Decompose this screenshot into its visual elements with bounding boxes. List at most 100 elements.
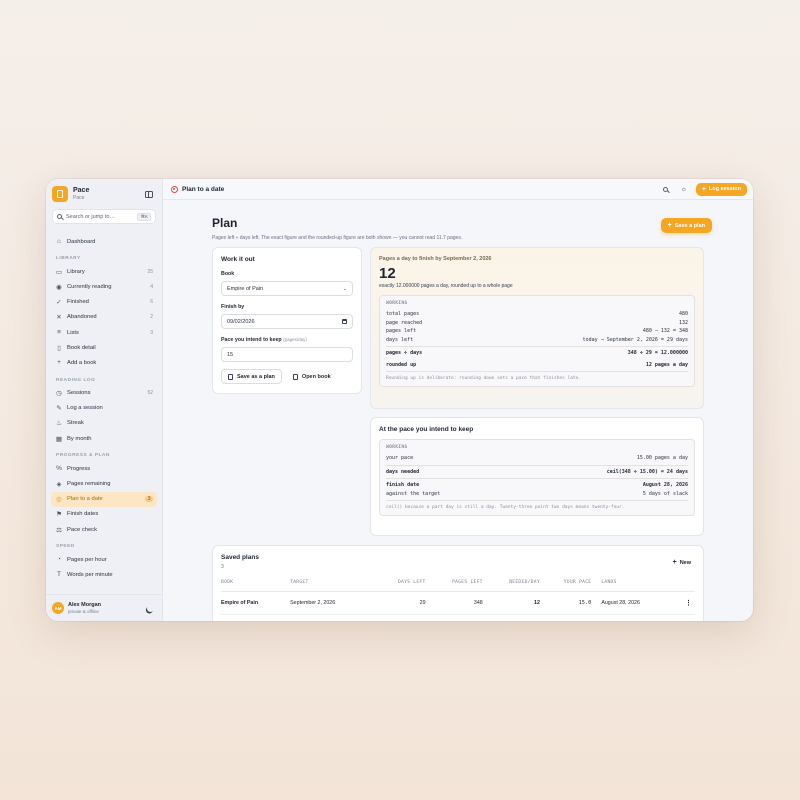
sidebar-item-sessions[interactable]: ◷ Sessions 52 (51, 386, 157, 401)
open-book-button[interactable]: Open book (286, 369, 337, 384)
sidebar-item-library[interactable]: ▭ Library 25 (51, 264, 157, 279)
table-cell-target: September 2, 2026 (290, 591, 375, 615)
sidebar-item-currently-reading[interactable]: ◉ Currently reading 4 (51, 279, 157, 294)
flag-icon: ⚑ (56, 511, 62, 519)
calendar-icon[interactable] (342, 319, 347, 324)
working-row: your pace 15.00 pages a day (386, 454, 688, 463)
column-header[interactable]: NEEDED/DAY (482, 580, 540, 592)
save-as-plan-button[interactable]: Save as a plan (221, 369, 282, 384)
save-plan-button[interactable]: + Save a plan (660, 218, 712, 233)
check-icon: ✓ (56, 299, 62, 307)
sidebar-toggle-icon[interactable] (145, 190, 153, 198)
row-value: 480 (678, 311, 688, 318)
new-plan-button[interactable]: + New (673, 559, 691, 566)
row-key: rounded up (386, 361, 417, 368)
sidebar-item-by-month[interactable]: ▦ By month (51, 431, 157, 446)
sidebar-item-finished[interactable]: ✓ Finished 6 (51, 295, 157, 310)
row-key: pages ÷ days (386, 350, 423, 357)
working-label: WORKING (386, 301, 408, 306)
finish-date-input[interactable]: 09/02/2026 (221, 314, 353, 329)
sidebar-item-pages-remaining[interactable]: ◈ Pages remaining (51, 476, 157, 491)
sidebar-item-label: Lists (67, 329, 79, 336)
sidebar-item-streak[interactable]: ♨ Streak (51, 416, 157, 431)
sidebar-item-finish-dates[interactable]: ⚑ Finish dates (51, 507, 157, 522)
column-header[interactable]: DAYS LEFT (374, 580, 426, 592)
user-profile[interactable]: AM Alex Morgan private & offline (46, 594, 162, 621)
row-value: 132 (678, 319, 688, 326)
sidebar-item-plan-to-a-date[interactable]: ◎ Plan to a date 3 (51, 491, 157, 507)
pace-card: At the pace you intend to keep WORKING y… (370, 417, 704, 536)
log-session-button[interactable]: + Log session (695, 182, 747, 196)
working-row: pages ÷ days 348 ÷ 29 = 12.000000 (386, 349, 688, 358)
row-key: days needed (386, 468, 420, 475)
user-name: Alex Morgan (68, 602, 102, 608)
sidebar-item-log-a-session[interactable]: ✎ Log a session (51, 401, 157, 416)
save-as-plan-label: Save as a plan (237, 373, 275, 380)
topbar: Plan to a date ☼ + Log session (163, 179, 753, 200)
row-value: August 28, 2026 (642, 482, 688, 489)
moon-icon[interactable] (146, 604, 155, 613)
pace-input[interactable]: 15 (221, 347, 353, 362)
sidebar-item-abandoned[interactable]: ✕ Abandoned 2 (51, 310, 157, 325)
book-select[interactable]: Empire of Pain ⌄ (221, 281, 353, 296)
sun-icon[interactable]: ☼ (678, 183, 690, 195)
page-title: Plan (212, 216, 238, 230)
more-icon[interactable]: ⋮ (681, 591, 695, 615)
sidebar-item-label: Finish dates (67, 511, 99, 518)
search-input[interactable]: Search or jump to… ⌘K (52, 209, 156, 224)
column-header[interactable]: LANDS (591, 580, 682, 592)
sidebar-item-pages-per-hour[interactable]: ◔ Pages per hour (51, 552, 157, 567)
list-icon: ≡ (57, 329, 61, 337)
finish-label: Finish by (221, 304, 245, 310)
sidebar-item-add-a-book[interactable]: + Add a book (51, 355, 157, 370)
working-row: page reached 132 (386, 319, 688, 328)
sidebar-item-label: Sessions (67, 390, 91, 397)
file-icon: ▯ (57, 344, 61, 352)
search-icon[interactable] (660, 183, 672, 195)
saved-plans-count: 3 (221, 564, 224, 570)
sidebar-item-lists[interactable]: ≡ Lists 3 (51, 325, 157, 340)
table-cell-lands: August 28, 2026 (591, 591, 682, 615)
column-header[interactable]: YOUR PACE (539, 580, 592, 592)
work-it-out-card: Work it out Book Empire of Pain ⌄ Finish… (212, 247, 362, 394)
column-header[interactable]: PAGES LEFT (425, 580, 483, 592)
sidebar-item-progress[interactable]: % Progress (51, 461, 157, 476)
pace-label-text: Pace you intend to keep (221, 337, 282, 343)
working-note: ceil() because a part day is still a day… (386, 505, 625, 510)
sidebar-item-label: Currently reading (67, 283, 112, 290)
sidebar-item-label: Log a session (67, 405, 103, 412)
sidebar-item-label: Abandoned (67, 314, 97, 321)
row-key: total pages (386, 311, 420, 318)
sidebar-item-dashboard[interactable]: ⌂ Dashboard (51, 234, 157, 249)
result-heading: Pages a day to finish by September 2, 20… (379, 256, 492, 262)
column-header[interactable]: BOOK (221, 580, 291, 592)
row-value: 12 pages a day (645, 361, 688, 368)
row-key: days left (386, 336, 414, 343)
column-header[interactable]: TARGET (290, 580, 375, 592)
topbar-title: Plan to a date (182, 185, 225, 193)
book-select-value: Empire of Pain (227, 285, 264, 292)
sidebar-item-book-detail[interactable]: ▯ Book detail (51, 340, 157, 355)
plan-content: Plan Pages left ÷ days left. The exact f… (212, 200, 712, 621)
target-icon: ◎ (56, 496, 62, 504)
sidebar-item-label: Pages remaining (67, 481, 111, 488)
working-row: rounded up 12 pages a day (386, 361, 688, 370)
book-icon: ▭ (55, 268, 63, 276)
sidebar-item-pace-check[interactable]: ⚖ Pace check (51, 522, 157, 537)
table-row[interactable]: Empire of Pain September 2, 2026 29 348 12 15… (221, 591, 695, 615)
sidebar-item-label: Add a book (67, 359, 97, 366)
table-cell-days: 29 (374, 591, 426, 615)
row-key: finish date (386, 482, 420, 489)
working-box: WORKING total pages 480 page reached 132 pag… (379, 295, 695, 387)
row-key: page reached (386, 319, 423, 326)
row-key: against the target (386, 490, 441, 497)
row-value: ceil(348 ÷ 15.00) = 24 days (606, 468, 688, 475)
table-cell-pages: 348 (425, 591, 483, 615)
clock-icon: ◷ (56, 390, 62, 398)
row-value: today → September 2, 2026 = 29 days (582, 336, 688, 343)
sidebar-item-words-per-minute[interactable]: T Words per minute (51, 567, 157, 582)
pace-hint: (pages/day) (283, 337, 307, 342)
brand: Pace Pace (46, 179, 162, 209)
working-label: WORKING (386, 445, 408, 450)
avatar: AM (52, 602, 64, 614)
